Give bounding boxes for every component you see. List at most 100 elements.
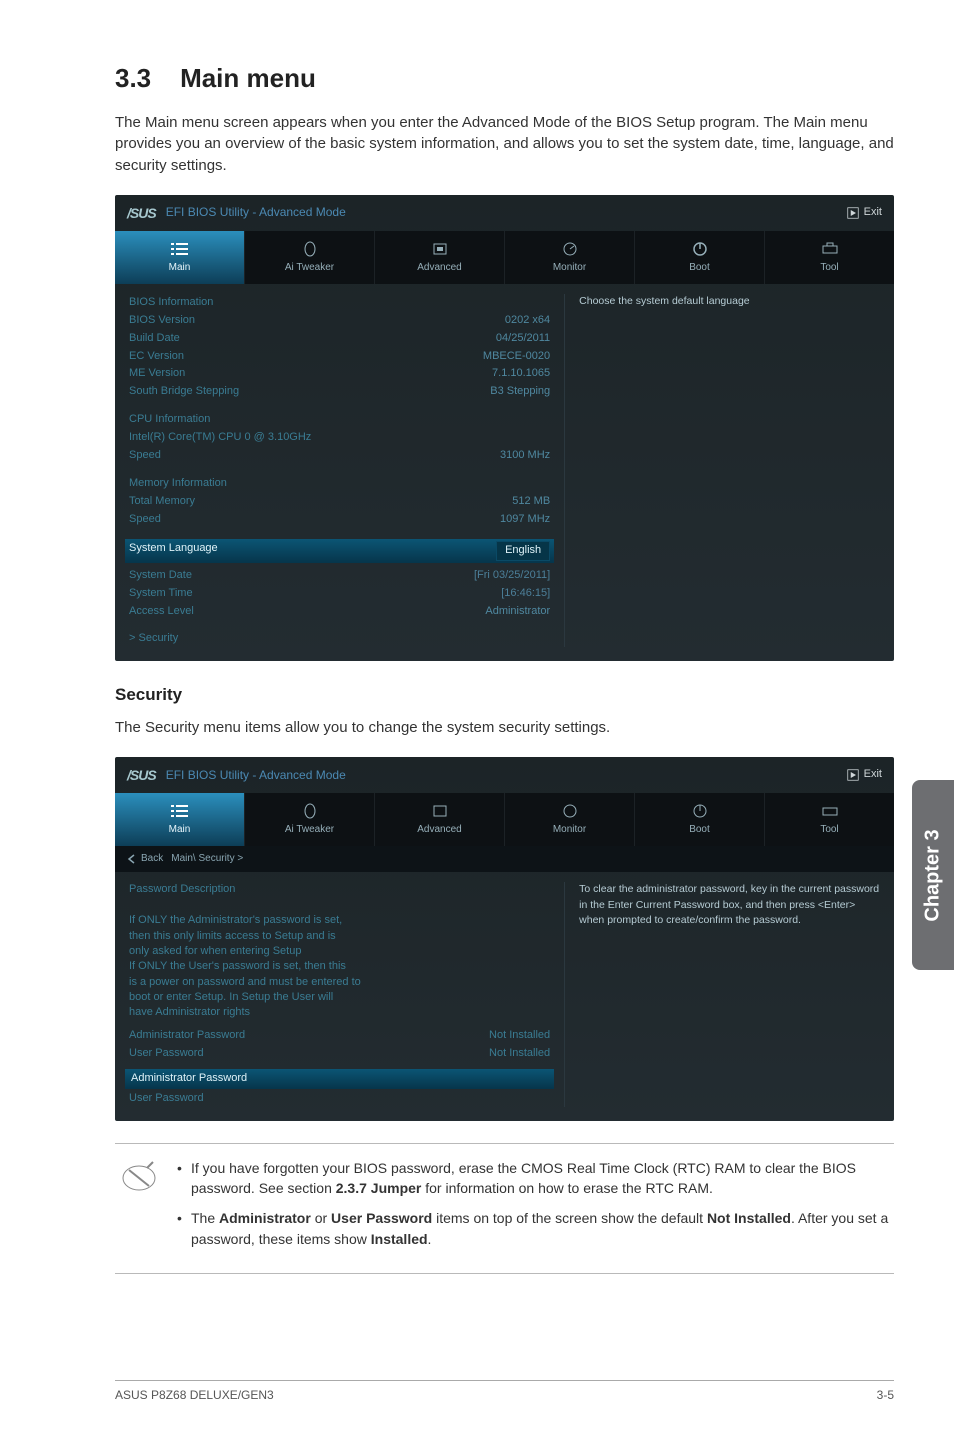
section-heading: 3.3 Main menu xyxy=(115,60,894,98)
pw-desc-line: If ONLY the User's password is set, then… xyxy=(129,959,550,974)
cpu-speed-value: 3100 MHz xyxy=(500,448,550,464)
exit-label: Exit xyxy=(864,767,882,783)
tab-boot[interactable]: Boot xyxy=(635,793,765,846)
ec-version-value: MBECE-0020 xyxy=(483,349,550,365)
exit-button[interactable]: Exit xyxy=(847,767,882,783)
bios-help-pane: Choose the system default language xyxy=(564,294,880,647)
bios-security-screenshot: /SUS EFI BIOS Utility - Advanced Mode Ex… xyxy=(115,757,894,1121)
asus-logo: /SUS xyxy=(127,203,156,223)
tab-ai-tweaker[interactable]: Ai Tweaker xyxy=(245,231,375,284)
tab-advanced[interactable]: Advanced xyxy=(375,231,505,284)
tab-monitor[interactable]: Monitor xyxy=(505,231,635,284)
tab-tool[interactable]: Tool xyxy=(765,231,894,284)
chapter-label: Chapter 3 xyxy=(919,829,948,921)
memory-speed-value: 1097 MHz xyxy=(500,512,550,528)
monitor-icon xyxy=(561,241,579,257)
breadcrumb: Main\ Security > xyxy=(171,852,243,867)
note-box: If you have forgotten your BIOS password… xyxy=(115,1143,894,1274)
user-pw-label: User Password xyxy=(129,1046,204,1062)
tool-icon xyxy=(821,803,839,819)
system-date-value: [Fri 03/25/2011] xyxy=(474,568,550,584)
cpu-model: Intel(R) Core(TM) CPU 0 @ 3.10GHz xyxy=(129,430,311,446)
total-memory-value: 512 MB xyxy=(512,494,550,510)
exit-icon xyxy=(847,769,859,781)
footer-right: 3-5 xyxy=(877,1387,894,1404)
pw-desc-line: only asked for when entering Setup xyxy=(129,944,550,959)
monitor-icon xyxy=(561,803,579,819)
section-number: 3.3 xyxy=(115,63,151,93)
note-icon xyxy=(119,1158,159,1259)
bios-information-label: BIOS Information xyxy=(129,295,213,311)
section-title: Main menu xyxy=(180,63,316,93)
pw-desc-line: have Administrator rights xyxy=(129,1005,550,1020)
tab-monitor[interactable]: Monitor xyxy=(505,793,635,846)
exit-icon xyxy=(847,207,859,219)
tab-tool[interactable]: Tool xyxy=(765,793,894,846)
note-item: The Administrator or User Password items… xyxy=(177,1208,890,1249)
administrator-password-item[interactable]: Administrator Password xyxy=(125,1069,554,1089)
sb-stepping-label: South Bridge Stepping xyxy=(129,384,239,400)
password-description-title: Password Description xyxy=(129,882,550,897)
build-date-label: Build Date xyxy=(129,331,180,347)
tab-main[interactable]: Main xyxy=(115,793,245,846)
page-footer: ASUS P8Z68 DELUXE/GEN3 3-5 xyxy=(115,1380,894,1404)
system-language-label: System Language xyxy=(129,541,218,561)
cpu-speed-label: Speed xyxy=(129,448,161,464)
me-version-label: ME Version xyxy=(129,366,185,382)
chapter-tab: Chapter 3 xyxy=(912,780,954,970)
pw-desc-line: If ONLY the Administrator's password is … xyxy=(129,913,550,928)
note-item: If you have forgotten your BIOS password… xyxy=(177,1158,890,1199)
bios-title: EFI BIOS Utility - Advanced Mode xyxy=(166,204,346,221)
chip-icon xyxy=(431,803,449,819)
total-memory-label: Total Memory xyxy=(129,494,195,510)
bios-help-pane: To clear the administrator password, key… xyxy=(564,882,880,1106)
sb-stepping-value: B3 Stepping xyxy=(490,384,550,400)
admin-pw-value: Not Installed xyxy=(489,1028,550,1044)
security-submenu[interactable]: > Security xyxy=(129,631,550,647)
admin-pw-label: Administrator Password xyxy=(129,1028,245,1044)
tool-icon xyxy=(821,241,839,257)
back-arrow-icon xyxy=(127,854,137,864)
mouse-icon xyxy=(301,803,319,819)
security-intro: The Security menu items allow you to cha… xyxy=(115,717,894,739)
mouse-icon xyxy=(301,241,319,257)
exit-button[interactable]: Exit xyxy=(847,205,882,221)
bios-version-label: BIOS Version xyxy=(129,313,195,329)
bios-main-screenshot: /SUS EFI BIOS Utility - Advanced Mode Ex… xyxy=(115,195,894,661)
asus-logo: /SUS xyxy=(127,765,156,785)
pw-desc-line: is a power on password and must be enter… xyxy=(129,975,550,990)
memory-speed-label: Speed xyxy=(129,512,161,528)
tab-advanced[interactable]: Advanced xyxy=(375,793,505,846)
memory-information-label: Memory Information xyxy=(129,476,227,492)
intro-paragraph: The Main menu screen appears when you en… xyxy=(115,112,894,177)
user-password-item[interactable]: User Password xyxy=(129,1091,550,1107)
tab-boot[interactable]: Boot xyxy=(635,231,765,284)
system-language-value: English xyxy=(496,541,550,561)
pw-desc-line: then this only limits access to Setup an… xyxy=(129,929,550,944)
access-level-value: Administrator xyxy=(485,604,550,620)
bios-title: EFI BIOS Utility - Advanced Mode xyxy=(166,767,346,784)
system-time-label[interactable]: System Time xyxy=(129,586,193,602)
list-icon xyxy=(171,803,189,819)
power-icon xyxy=(691,241,709,257)
ec-version-label: EC Version xyxy=(129,349,184,365)
system-time-value: [16:46:15] xyxy=(501,586,550,602)
exit-label: Exit xyxy=(864,205,882,221)
list-icon xyxy=(171,241,189,257)
back-label: Back xyxy=(141,852,163,867)
system-date-label[interactable]: System Date xyxy=(129,568,192,584)
tab-main[interactable]: Main xyxy=(115,231,245,284)
cpu-information-label: CPU Information xyxy=(129,412,210,428)
build-date-value: 04/25/2011 xyxy=(496,331,550,347)
pw-desc-line: boot or enter Setup. In Setup the User w… xyxy=(129,990,550,1005)
access-level-label: Access Level xyxy=(129,604,194,620)
user-pw-value: Not Installed xyxy=(489,1046,550,1062)
footer-left: ASUS P8Z68 DELUXE/GEN3 xyxy=(115,1387,274,1404)
tab-ai-tweaker[interactable]: Ai Tweaker xyxy=(245,793,375,846)
bios-tabs: Main Ai Tweaker Advanced Monitor Boot To… xyxy=(115,231,894,284)
security-heading: Security xyxy=(115,683,894,708)
back-button[interactable]: Back xyxy=(127,852,163,867)
me-version-value: 7.1.10.1065 xyxy=(492,366,550,382)
chip-icon xyxy=(431,241,449,257)
system-language-row[interactable]: System Language English xyxy=(125,539,554,563)
